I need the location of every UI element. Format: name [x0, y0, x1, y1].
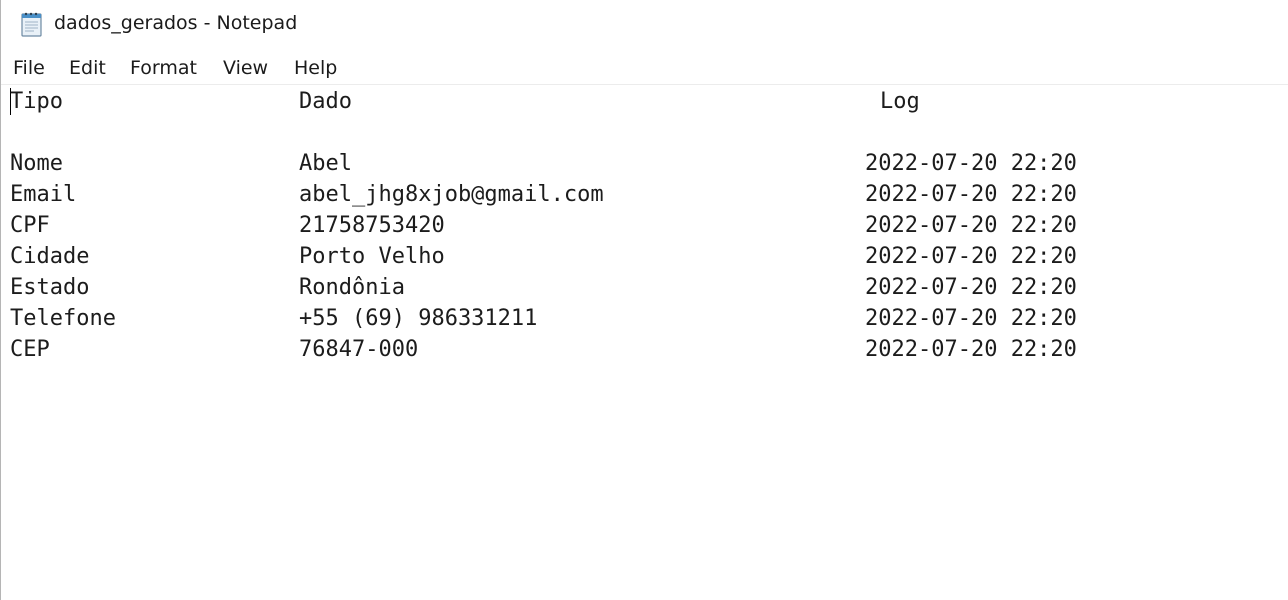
menu-file[interactable]: File [13, 54, 45, 82]
row-tipo: CEP [10, 337, 50, 362]
row-dado: abel_jhg8xjob@gmail.com [299, 182, 604, 207]
row-tipo: Cidade [10, 244, 90, 269]
menu-bar: File Edit Format View Help [1, 54, 1288, 82]
row-tipo: Nome [10, 151, 63, 176]
row-dado: Porto Velho [299, 244, 445, 269]
row-log: 2022-07-20 22:20 [865, 275, 1077, 300]
row-tipo: Estado [10, 275, 90, 300]
row-tipo: CPF [10, 213, 50, 238]
menu-view[interactable]: View [223, 54, 268, 82]
menu-format[interactable]: Format [130, 54, 197, 82]
row-dado: +55 (69) 986331211 [299, 306, 538, 331]
row-log: 2022-07-20 22:20 [865, 151, 1077, 176]
row-tipo: Email [10, 182, 77, 207]
window-title: dados_gerados - Notepad [54, 12, 298, 34]
menu-edit[interactable]: Edit [69, 54, 106, 82]
header-dado: Dado [299, 89, 352, 114]
row-dado: Abel [299, 151, 352, 176]
row-dado: 21758753420 [299, 213, 445, 238]
menu-help[interactable]: Help [294, 54, 337, 82]
row-tipo: Telefone [10, 306, 116, 331]
header-tipo: Tipo [10, 89, 63, 114]
title-bar[interactable]: dados_gerados - Notepad [1, 0, 1288, 46]
row-log: 2022-07-20 22:20 [865, 213, 1077, 238]
row-dado: 76847-000 [299, 337, 419, 362]
notepad-window: dados_gerados - Notepad File Edit Format… [0, 0, 1288, 600]
row-log: 2022-07-20 22:20 [865, 182, 1077, 207]
row-log: 2022-07-20 22:20 [865, 244, 1077, 269]
header-log: Log [880, 89, 920, 114]
row-dado: Rondônia [299, 275, 405, 300]
text-editor-area[interactable]: Tipo Dado Log Nome Abel 2022-07-20 22:20… [1, 85, 1288, 600]
notepad-icon [18, 10, 46, 38]
row-log: 2022-07-20 22:20 [865, 337, 1077, 362]
row-log: 2022-07-20 22:20 [865, 306, 1077, 331]
